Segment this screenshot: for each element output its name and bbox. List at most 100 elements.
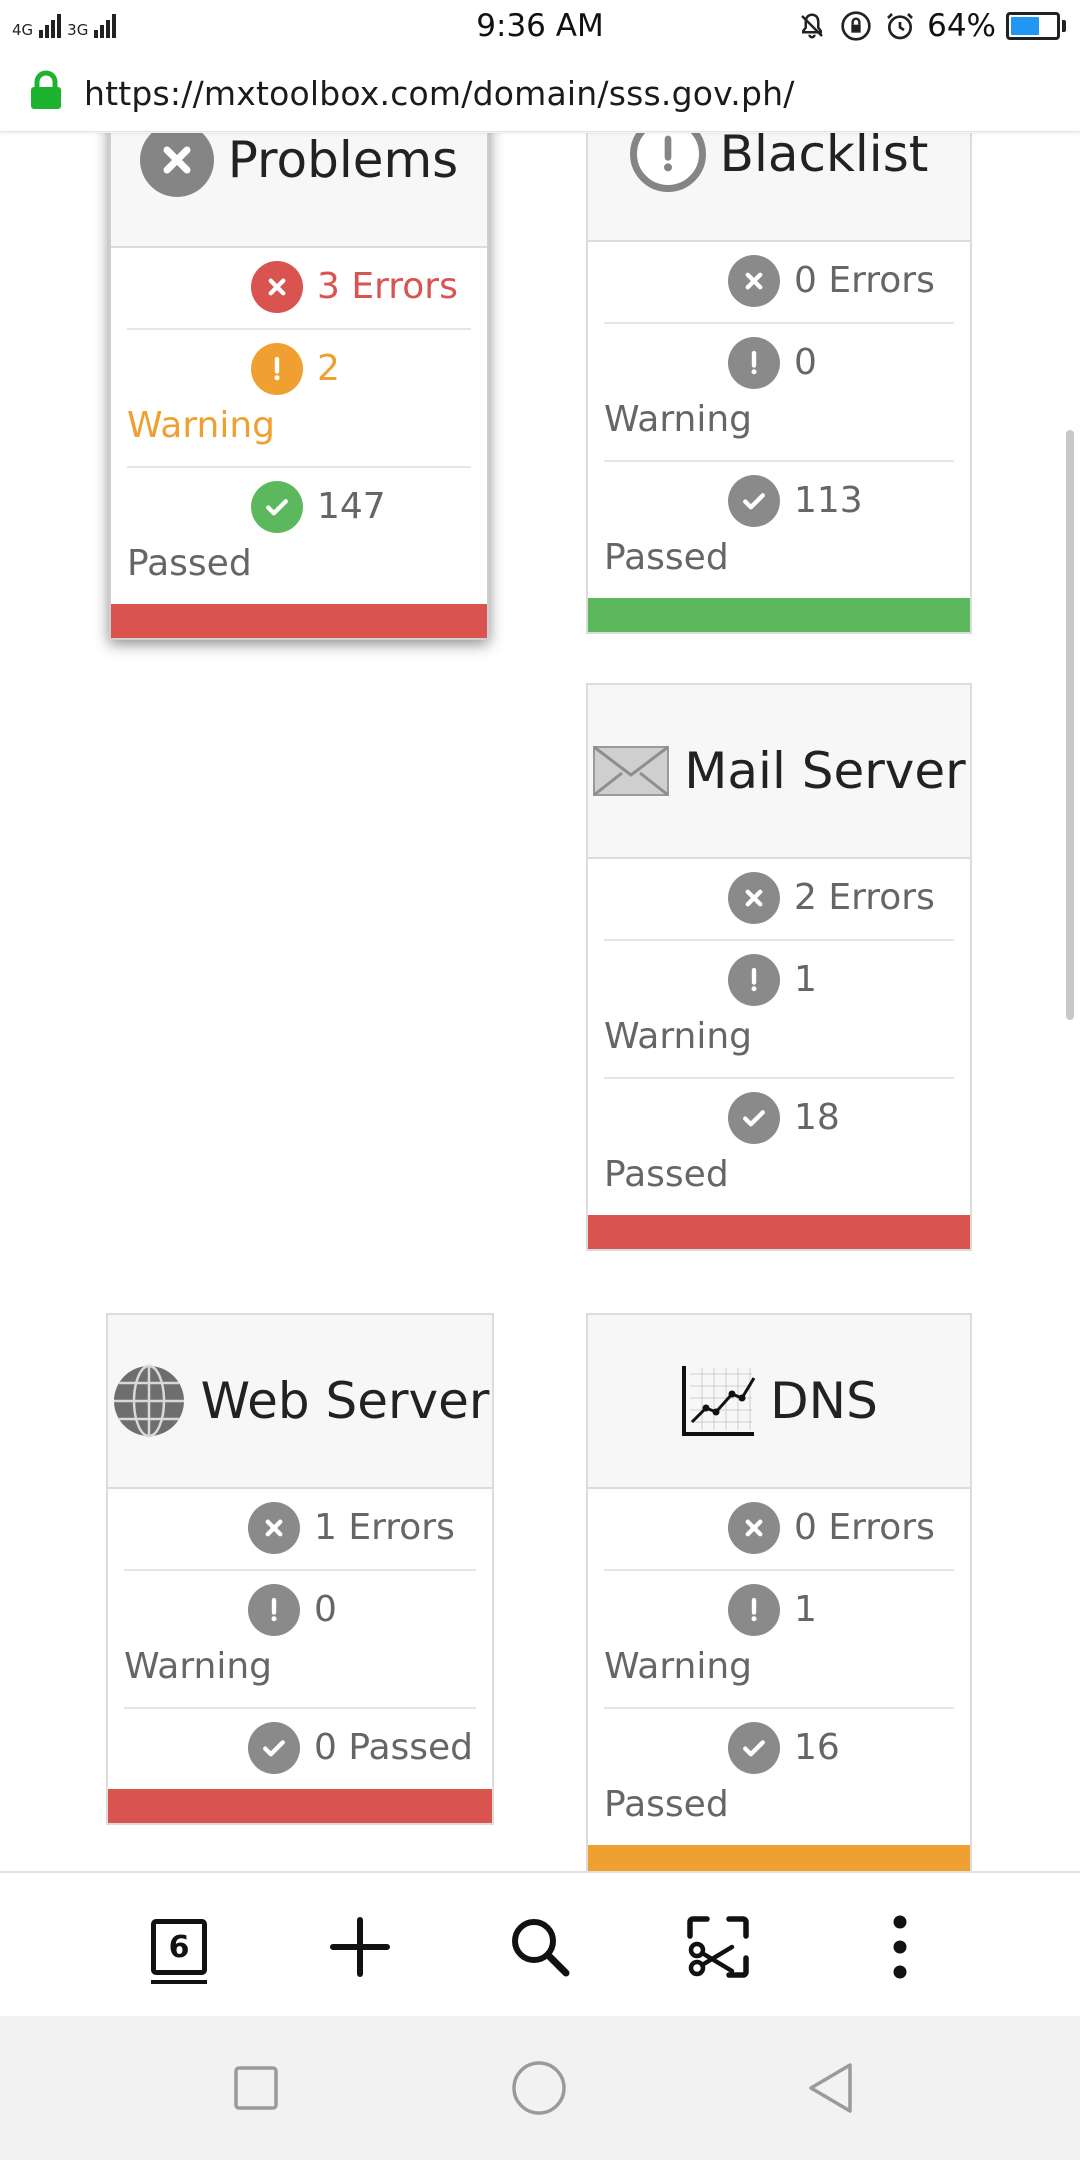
back-triangle-icon (809, 2063, 852, 2113)
status-bar-green (588, 598, 970, 632)
warning-row: 1 Warning (604, 1571, 954, 1709)
back-button[interactable] (800, 2058, 860, 2118)
chart-icon (682, 1366, 756, 1436)
lock-icon (31, 70, 61, 109)
card-header: DNS (588, 1315, 970, 1489)
passed-label: Passed (127, 543, 252, 584)
error-icon (728, 1502, 780, 1554)
page-content[interactable]: Problems 3 Errors 2 Warning 147 Passed B… (0, 133, 1080, 1871)
warning-row: 0 Warning (604, 324, 954, 462)
passed-row: 113 Passed (604, 462, 954, 598)
status-bar: 4G 3G 9:36 AM 64% (0, 0, 1080, 56)
card-title: Mail Server (684, 742, 966, 800)
errors-row: 0 Errors (604, 242, 954, 324)
globe-icon (113, 1364, 184, 1438)
tabs-button[interactable]: 6 (143, 1911, 215, 1984)
search-button[interactable] (504, 1911, 576, 1983)
envelope-icon (593, 745, 670, 797)
dns-card[interactable]: DNS 0 Errors 1 Warning 16 Passed (586, 1313, 972, 1871)
alarm-clock-icon (883, 9, 917, 43)
system-navigation-bar (0, 2016, 1080, 2160)
passed-count: 18 (794, 1097, 840, 1138)
passed-row: 16 Passed (604, 1709, 954, 1845)
browser-toolbar: 6 (0, 1871, 1080, 2016)
passed-label: Passed (604, 1784, 729, 1825)
status-bar-red (111, 604, 487, 638)
check-icon (728, 1092, 780, 1144)
check-icon (248, 1722, 300, 1774)
square-icon (234, 2066, 278, 2110)
errors-row: 2 Errors (604, 859, 954, 941)
home-button[interactable] (509, 2058, 569, 2118)
card-title: Web Server (200, 1372, 490, 1430)
check-icon (728, 1722, 780, 1774)
passed-row: 18 Passed (604, 1079, 954, 1215)
check-icon (728, 475, 780, 527)
scissors-capture-icon (687, 1916, 749, 1978)
error-icon (248, 1502, 300, 1554)
battery-icon (1006, 12, 1066, 40)
errors-count: 1 Errors (314, 1507, 455, 1548)
warning-icon (728, 954, 780, 1006)
warning-label: Warning (124, 1646, 273, 1687)
rotation-lock-icon (839, 9, 873, 43)
passed-count: 16 (794, 1727, 840, 1768)
status-bar-red (108, 1789, 492, 1823)
warning-count: 0 (794, 342, 817, 383)
card-title: Problems (227, 133, 459, 189)
more-vertical-icon (893, 1915, 907, 1979)
battery-fill (1011, 17, 1040, 35)
warning-count: 1 (794, 959, 817, 1000)
card-title: DNS (770, 1372, 878, 1430)
error-icon (251, 261, 303, 313)
status-bar-orange (588, 1845, 970, 1871)
card-header: Problems (111, 133, 487, 248)
battery-percent: 64% (927, 8, 996, 44)
card-title: Blacklist (719, 133, 929, 183)
status-bar-red (588, 1215, 970, 1249)
errors-count: 0 Errors (794, 260, 935, 301)
warning-icon (728, 1584, 780, 1636)
errors-count: 2 Errors (794, 877, 935, 918)
warning-icon (251, 343, 303, 395)
problems-card[interactable]: Problems 3 Errors 2 Warning 147 Passed (109, 133, 489, 640)
search-icon (512, 1919, 570, 1977)
scrollbar[interactable] (1066, 430, 1074, 1020)
warning-label: Warning (127, 405, 276, 446)
warning-row: 1 Warning (604, 941, 954, 1079)
tab-count: 6 (151, 1919, 207, 1984)
passed-count: 113 (794, 480, 863, 521)
x-circle-icon (139, 133, 214, 197)
url-text[interactable]: https://mxtoolbox.com/domain/sss.gov.ph/ (84, 74, 795, 113)
warning-row: 2 Warning (127, 330, 471, 468)
card-header: Mail Server (588, 685, 970, 859)
mail-server-card[interactable]: Mail Server 2 Errors 1 Warning 18 Passed (586, 683, 972, 1251)
new-tab-button[interactable] (324, 1911, 396, 1983)
passed-label: Passed (604, 537, 729, 578)
blacklist-card[interactable]: Blacklist 0 Errors 0 Warning 113 Passed (586, 133, 972, 634)
recents-button[interactable] (226, 2058, 286, 2118)
warning-label: Warning (604, 1646, 753, 1687)
circle-icon (512, 2061, 566, 2115)
web-server-card[interactable]: Web Server 1 Errors 0 Warning 0 Passed (106, 1313, 494, 1825)
check-icon (251, 481, 303, 533)
warning-icon (728, 337, 780, 389)
address-bar[interactable]: https://mxtoolbox.com/domain/sss.gov.ph/ (0, 56, 1080, 132)
error-icon (728, 255, 780, 307)
screenshot-button[interactable] (682, 1911, 754, 1983)
errors-row: 1 Errors (124, 1489, 476, 1571)
warning-count: 2 (317, 348, 340, 389)
errors-row: 0 Errors (604, 1489, 954, 1571)
exclamation-circle-icon (629, 133, 706, 192)
warning-count: 0 (314, 1589, 337, 1630)
plus-icon (330, 1917, 390, 1977)
error-icon (728, 872, 780, 924)
card-header: Web Server (108, 1315, 492, 1489)
more-options-button[interactable] (864, 1911, 936, 1983)
warning-count: 1 (794, 1589, 817, 1630)
passed-row: 0 Passed (124, 1709, 476, 1789)
warning-icon (248, 1584, 300, 1636)
warning-label: Warning (604, 1016, 753, 1057)
errors-count: 0 Errors (794, 1507, 935, 1548)
errors-count: 3 Errors (317, 266, 458, 307)
